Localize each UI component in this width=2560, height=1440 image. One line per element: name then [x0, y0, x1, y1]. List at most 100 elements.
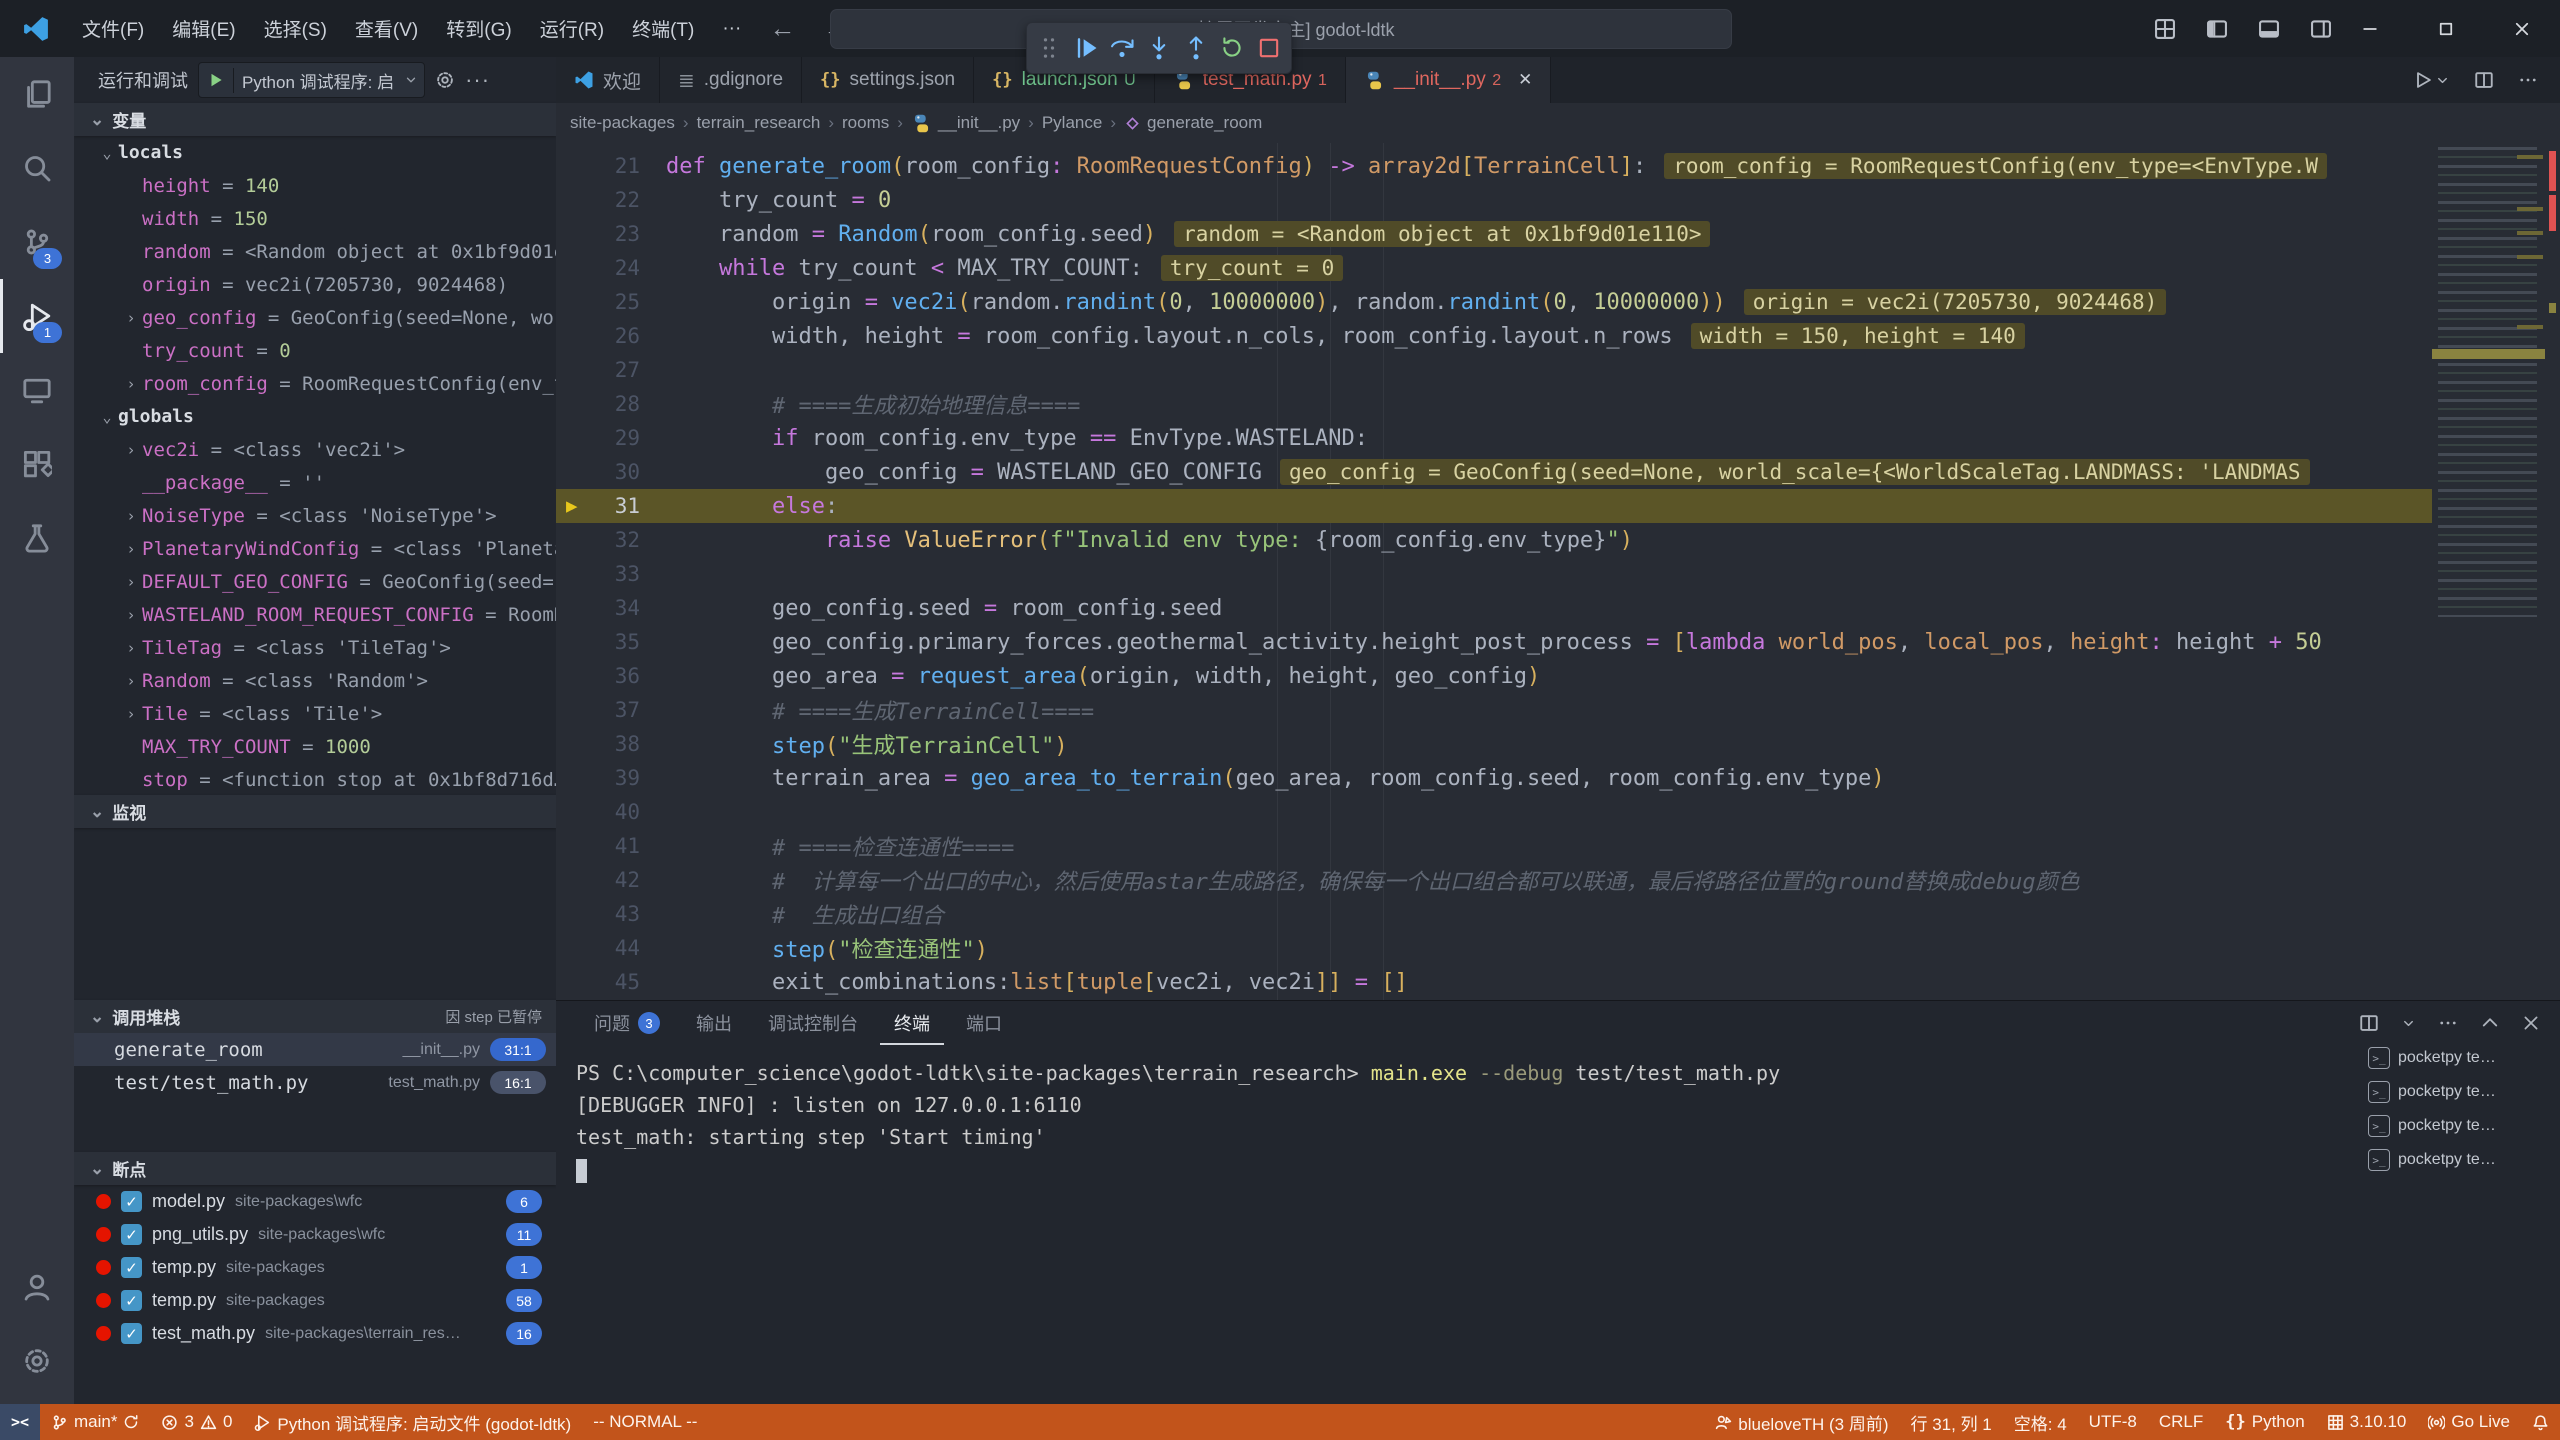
- status-python-version[interactable]: 3.10.10: [2316, 1404, 2418, 1440]
- variable-row[interactable]: height = 140: [74, 169, 556, 202]
- code-line-22[interactable]: 22 try_count = 0: [556, 183, 2432, 217]
- variable-row[interactable]: ›Tile = <class 'Tile'>: [74, 697, 556, 730]
- variable-row[interactable]: ›TileTag = <class 'TileTag'>: [74, 631, 556, 664]
- activity-source-control[interactable]: 3: [0, 205, 74, 279]
- status-git-blame[interactable]: blueloveTH (3 周前): [1704, 1404, 1899, 1440]
- breakpoint-row[interactable]: ✓model.pysite-packages\wfc6: [74, 1185, 556, 1218]
- variable-row[interactable]: ›geo_config = GeoConfig(seed=None, wor…: [74, 301, 556, 334]
- close-window-icon[interactable]: [2484, 0, 2560, 57]
- breadcrumb-item[interactable]: Pylance: [1042, 113, 1102, 133]
- panel-more-actions-icon[interactable]: [2438, 1013, 2458, 1033]
- code-line-24[interactable]: 24 while try_count < MAX_TRY_COUNT:try_c…: [556, 251, 2432, 285]
- menu-item-···[interactable]: ···: [708, 0, 755, 57]
- breakpoint-row[interactable]: ✓test_math.pysite-packages\terrain_res…1…: [74, 1317, 556, 1350]
- code-line-39[interactable]: 39 terrain_area = geo_area_to_terrain(ge…: [556, 761, 2432, 795]
- status-cursor-position[interactable]: 行 31, 列 1: [1900, 1404, 2003, 1440]
- activity-test-beaker[interactable]: [0, 501, 74, 575]
- debug-config-dropdown[interactable]: Python 调试程序: 启: [198, 62, 425, 98]
- chevron-right-icon[interactable]: ›: [120, 309, 142, 327]
- callstack-section-header[interactable]: ⌄ 调用堆栈 因 step 已暂停: [74, 1000, 556, 1033]
- breadcrumb-item[interactable]: generate_room: [1124, 113, 1262, 133]
- customize-layout-icon[interactable]: [2154, 18, 2176, 40]
- tab-__init__.py[interactable]: __init__.py 2✕: [1346, 57, 1552, 103]
- panel-tab-调试控制台[interactable]: 调试控制台: [754, 1001, 872, 1045]
- menu-item-运行R[interactable]: 运行(R): [526, 0, 618, 57]
- tab-欢迎[interactable]: 欢迎: [556, 57, 660, 103]
- code-line-26[interactable]: 26 width, height = room_config.layout.n_…: [556, 319, 2432, 353]
- code-line-44[interactable]: 44 step("检查连通性"): [556, 931, 2432, 965]
- status-branch[interactable]: main*: [40, 1404, 150, 1440]
- status-debug-status[interactable]: Python 调试程序: 启动文件 (godot-ldtk): [243, 1404, 582, 1440]
- variable-row[interactable]: ›Random = <class 'Random'>: [74, 664, 556, 697]
- variable-row[interactable]: width = 150: [74, 202, 556, 235]
- watch-section-header[interactable]: ⌄ 监视: [74, 795, 556, 828]
- status-language-mode[interactable]: {}Python: [2214, 1404, 2315, 1440]
- code-line-31[interactable]: ▶31 else:: [556, 489, 2432, 523]
- status-indentation[interactable]: 空格: 4: [2003, 1404, 2078, 1440]
- toggle-secondary-sidebar-icon[interactable]: [2310, 18, 2332, 40]
- variable-row[interactable]: ›NoiseType = <class 'NoiseType'>: [74, 499, 556, 532]
- restart-button[interactable]: [1216, 28, 1249, 68]
- panel-tab-终端[interactable]: 终端: [880, 1001, 944, 1045]
- close-panel-icon[interactable]: [2522, 1014, 2540, 1032]
- code-line-28[interactable]: 28 # ====生成初始地理信息====: [556, 387, 2432, 421]
- remote-indicator[interactable]: ><: [0, 1404, 40, 1440]
- maximize-icon[interactable]: [2408, 0, 2484, 57]
- terminal-output[interactable]: PS C:\computer_science\godot-ldtk\site-p…: [576, 1057, 2346, 1185]
- code-line-30[interactable]: 30 geo_config = WASTELAND_GEO_CONFIGgeo_…: [556, 455, 2432, 489]
- panel-tab-输出[interactable]: 输出: [682, 1001, 746, 1045]
- run-python-file-icon[interactable]: [2413, 70, 2450, 90]
- breadcrumb-item[interactable]: __init__.py: [911, 113, 1020, 134]
- breakpoints-section-header[interactable]: ⌄ 断点: [74, 1152, 556, 1185]
- callstack-frame[interactable]: generate_room__init__.py31:1: [74, 1033, 556, 1066]
- activity-account[interactable]: [0, 1250, 74, 1324]
- variable-row[interactable]: ›WASTELAND_ROOM_REQUEST_CONFIG = RoomR…: [74, 598, 556, 631]
- callstack-frame[interactable]: test/test_math.pytest_math.py16:1: [74, 1066, 556, 1099]
- menu-item-终端T[interactable]: 终端(T): [618, 0, 708, 57]
- toggle-panel-icon[interactable]: [2258, 18, 2280, 40]
- start-debug-icon[interactable]: [199, 71, 233, 89]
- terminal-instance[interactable]: >_pocketpy te…: [2368, 1109, 2554, 1143]
- breakpoint-checkbox[interactable]: ✓: [121, 1191, 142, 1212]
- menu-item-查看V[interactable]: 查看(V): [341, 0, 432, 57]
- status-encoding[interactable]: UTF-8: [2078, 1404, 2148, 1440]
- split-editor-icon[interactable]: [2474, 70, 2494, 90]
- chevron-right-icon[interactable]: ›: [120, 375, 142, 393]
- status-problems[interactable]: 30: [150, 1404, 243, 1440]
- tab-.gdignore[interactable]: ≣.gdignore: [660, 57, 802, 103]
- code-line-36[interactable]: 36 geo_area = request_area(origin, width…: [556, 659, 2432, 693]
- terminal-split-icon[interactable]: [2359, 1013, 2379, 1033]
- activity-extensions[interactable]: [0, 427, 74, 501]
- chevron-right-icon[interactable]: ›: [120, 639, 142, 657]
- chevron-right-icon[interactable]: ›: [120, 573, 142, 591]
- terminal-instance[interactable]: >_pocketpy te…: [2368, 1041, 2554, 1075]
- activity-run-debug[interactable]: 1: [0, 279, 74, 353]
- activity-search[interactable]: [0, 131, 74, 205]
- debug-settings-gear-icon[interactable]: [435, 70, 455, 90]
- continue-button[interactable]: [1070, 28, 1103, 68]
- activity-settings-gear[interactable]: [0, 1324, 74, 1398]
- code-line-38[interactable]: 38 step("生成TerrainCell"): [556, 727, 2432, 761]
- code-line-32[interactable]: 32 raise ValueError(f"Invalid env type: …: [556, 523, 2432, 557]
- panel-tab-端口[interactable]: 端口: [952, 1001, 1016, 1045]
- minimap[interactable]: [2432, 143, 2545, 1000]
- code-line-23[interactable]: 23 random = Random(room_config.seed)rand…: [556, 217, 2432, 251]
- activity-files[interactable]: [0, 57, 74, 131]
- panel-dropdown-icon[interactable]: [2401, 1016, 2416, 1031]
- code-line-25[interactable]: 25 origin = vec2i(random.randint(0, 1000…: [556, 285, 2432, 319]
- variable-row[interactable]: stop = <function stop at 0x1bf8d716d…: [74, 763, 556, 795]
- menu-item-选择S[interactable]: 选择(S): [250, 0, 341, 57]
- variable-row[interactable]: origin = vec2i(7205730, 9024468): [74, 268, 556, 301]
- step-out-button[interactable]: [1179, 28, 1212, 68]
- step-over-button[interactable]: [1106, 28, 1139, 68]
- breakpoint-row[interactable]: ✓temp.pysite-packages58: [74, 1284, 556, 1317]
- variable-row[interactable]: ›vec2i = <class 'vec2i'>: [74, 433, 556, 466]
- code-line-45[interactable]: 45 exit_combinations:list[tuple[vec2i, v…: [556, 965, 2432, 999]
- code-line-41[interactable]: 41 # ====检查连通性====: [556, 829, 2432, 863]
- terminal-instance[interactable]: >_pocketpy te…: [2368, 1143, 2554, 1177]
- menu-item-文件F[interactable]: 文件(F): [68, 0, 158, 57]
- status-notifications[interactable]: [2521, 1404, 2560, 1440]
- scope-row-globals[interactable]: ⌄globals: [74, 400, 556, 433]
- breakpoint-checkbox[interactable]: ✓: [121, 1224, 142, 1245]
- variable-row[interactable]: __package__ = '': [74, 466, 556, 499]
